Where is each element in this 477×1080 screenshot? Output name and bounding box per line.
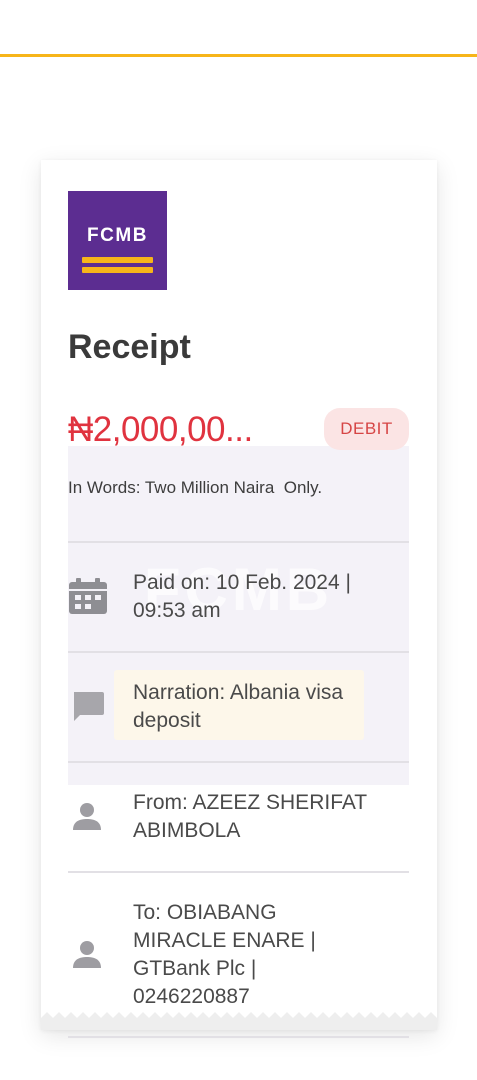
divider <box>68 1036 409 1038</box>
paid-on-text: Paid on: 10 Feb. 2024 | 09:53 am <box>133 571 351 622</box>
divider <box>68 541 409 543</box>
amount-in-words: In Words: Two Million Naira Only. <box>68 478 323 497</box>
divider <box>68 651 409 653</box>
divider <box>68 761 409 763</box>
fcmb-logo: FCMB <box>68 191 167 290</box>
top-accent-line <box>0 54 477 57</box>
divider <box>68 871 409 873</box>
chat-bubble-icon <box>74 692 104 721</box>
calendar-icon <box>69 578 107 614</box>
narration-text: Narration: Albania visa deposit <box>133 681 344 732</box>
recipient-text: To: OBIABANG MIRACLE ENARE | GTBank Plc … <box>133 901 316 1008</box>
sender-text: From: AZEEZ SHERIFAT ABIMBOLA <box>133 791 367 842</box>
torn-edge <box>41 1012 437 1030</box>
person-icon <box>73 941 101 968</box>
receipt-card: FCMB Receipt FCMB ₦2,000,00... DEBIT In … <box>41 160 437 1038</box>
amount: ₦2,000,00... <box>68 410 253 449</box>
receipt-title: Receipt <box>68 328 191 366</box>
debit-badge: DEBIT <box>324 408 409 450</box>
logo-text: FCMB <box>87 225 148 246</box>
person-icon <box>73 803 101 830</box>
